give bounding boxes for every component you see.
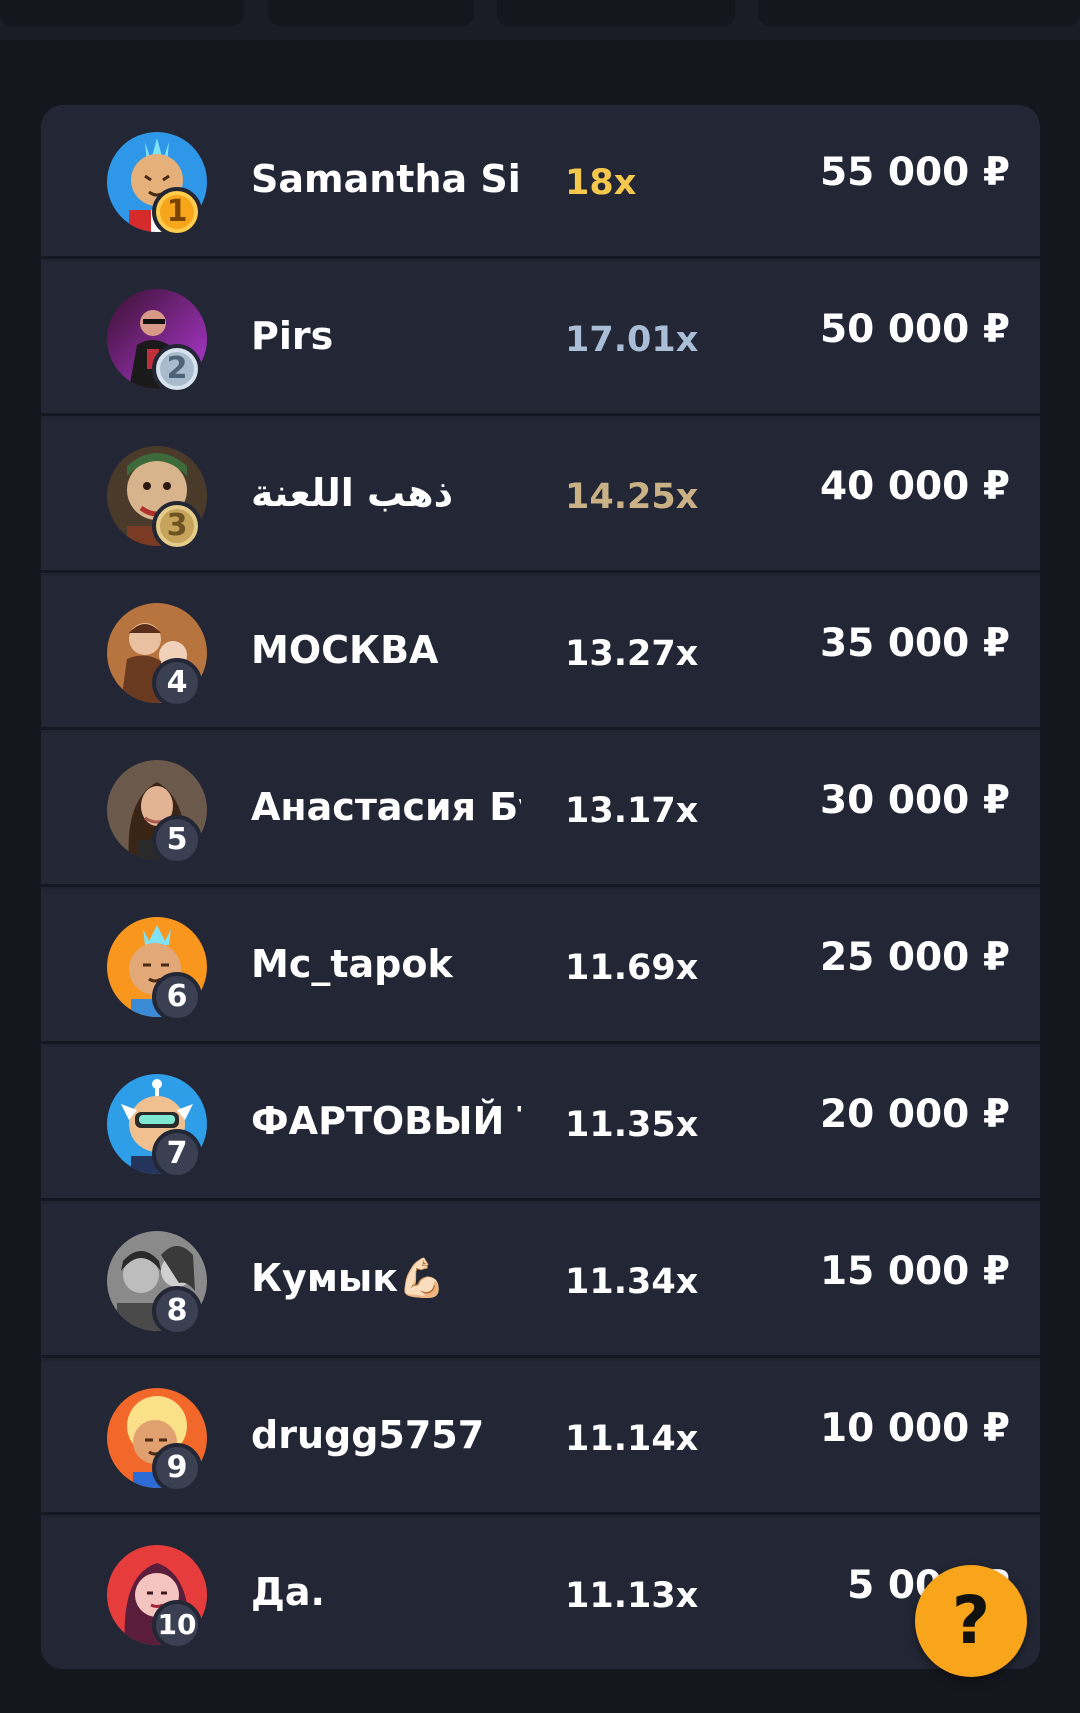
multiplier: 17.01x <box>565 320 699 360</box>
row-divider <box>41 1198 1040 1201</box>
row-divider <box>41 727 1040 730</box>
prize-amount: 40 000 ₽ <box>820 464 1010 509</box>
leaderboard-row[interactable]: 5 Анастасия Бу... 13.17x 30 000 ₽ <box>41 733 1040 887</box>
tab-stub-4[interactable] <box>758 0 1080 26</box>
player-name: drugg5757 <box>251 1413 485 1457</box>
player-name: Кумык💪🏻 <box>251 1256 446 1300</box>
rank-badge: 7 <box>152 1129 202 1179</box>
row-divider <box>41 413 1040 416</box>
player-name: Анастасия Бу... <box>251 785 521 829</box>
rank-badge: 10 <box>152 1600 202 1650</box>
leaderboard-row[interactable]: 1 Samantha Si... 18x 55 000 ₽ <box>41 105 1040 259</box>
leaderboard-row[interactable]: 6 Mc_tapok 11.69x 25 000 ₽ <box>41 890 1040 1044</box>
leaderboard-row[interactable]: 7 ФАРТОВЫЙ Т... 11.35x 20 000 ₽ <box>41 1047 1040 1201</box>
rank-badge: 6 <box>152 972 202 1022</box>
multiplier: 11.34x <box>565 1262 699 1302</box>
prize-amount: 15 000 ₽ <box>820 1249 1010 1294</box>
leaderboard-row[interactable]: 8 Кумык💪🏻 11.34x 15 000 ₽ <box>41 1204 1040 1358</box>
prize-amount: 20 000 ₽ <box>820 1092 1010 1137</box>
tab-stub-3[interactable] <box>497 0 735 26</box>
rank-badge: 8 <box>152 1286 202 1336</box>
row-divider <box>41 256 1040 259</box>
player-name: Samantha Si... <box>251 157 521 201</box>
rank-badge: 4 <box>152 658 202 708</box>
multiplier: 13.17x <box>565 791 699 831</box>
prize-amount: 50 000 ₽ <box>820 307 1010 352</box>
tab-stub-1[interactable] <box>0 0 244 26</box>
leaderboard-row[interactable]: 9 drugg5757 11.14x 10 000 ₽ <box>41 1361 1040 1515</box>
row-divider <box>41 1355 1040 1358</box>
multiplier: 11.13x <box>565 1576 699 1616</box>
leaderboard-row[interactable]: 3 ذهب اللعنة 14.25x 40 000 ₽ <box>41 419 1040 573</box>
help-button[interactable]: ? <box>915 1565 1027 1677</box>
row-divider <box>41 1041 1040 1044</box>
rank-badge: 9 <box>152 1443 202 1493</box>
player-name: Да. <box>251 1570 325 1614</box>
multiplier: 14.25x <box>565 477 699 517</box>
leaderboard-row[interactable]: 2 Pirs 17.01x 50 000 ₽ <box>41 262 1040 416</box>
rank-badge: 3 <box>152 501 202 551</box>
multiplier: 11.14x <box>565 1419 699 1459</box>
player-name: Mc_tapok <box>251 942 453 986</box>
rank-badge: 1 <box>152 187 202 237</box>
multiplier: 11.35x <box>565 1105 699 1145</box>
row-divider <box>41 884 1040 887</box>
player-name: ذهب اللعنة <box>251 471 454 515</box>
prize-amount: 30 000 ₽ <box>820 778 1010 823</box>
player-name: Pirs <box>251 314 334 358</box>
player-name: МОСКВА <box>251 628 439 672</box>
prize-amount: 35 000 ₽ <box>820 621 1010 666</box>
multiplier: 18x <box>565 163 637 203</box>
row-divider <box>41 1512 1040 1515</box>
player-name: ФАРТОВЫЙ Т... <box>251 1099 521 1143</box>
rank-badge: 2 <box>152 344 202 394</box>
prize-amount: 25 000 ₽ <box>820 935 1010 980</box>
leaderboard-row[interactable]: 10 Да. 11.13x 5 000 ₽ <box>41 1518 1040 1669</box>
row-divider <box>41 570 1040 573</box>
rank-badge: 5 <box>152 815 202 865</box>
prize-amount: 55 000 ₽ <box>820 150 1010 195</box>
tab-stub-2[interactable] <box>268 0 474 26</box>
multiplier: 13.27x <box>565 634 699 674</box>
leaderboard-row[interactable]: 4 МОСКВА 13.27x 35 000 ₽ <box>41 576 1040 730</box>
prize-amount: 10 000 ₽ <box>820 1406 1010 1451</box>
multiplier: 11.69x <box>565 948 699 988</box>
leaderboard-panel: 1 Samantha Si... 18x 55 000 ₽ 2 Pirs 17.… <box>41 105 1040 1669</box>
top-tab-strip <box>0 0 1080 40</box>
